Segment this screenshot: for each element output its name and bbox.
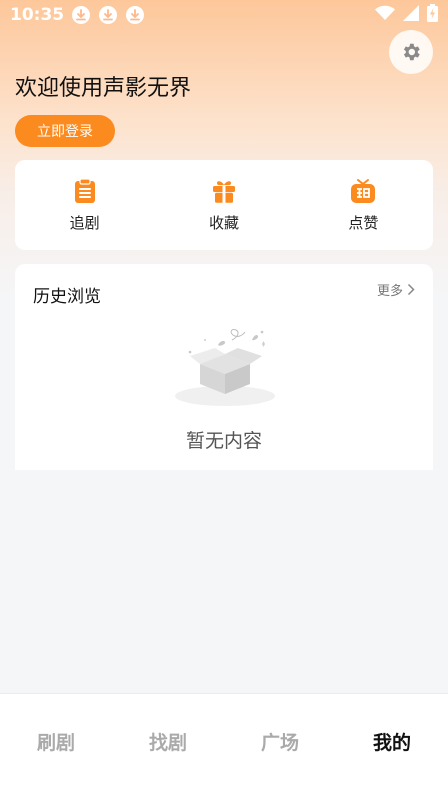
- signal-icon: [403, 5, 419, 25]
- quick-action-label: 追剧: [69, 213, 100, 232]
- bottom-tab-bar: 刷剧 找剧 广场 我的: [0, 693, 448, 796]
- quick-action-label: 收藏: [208, 213, 239, 232]
- more-label: 更多: [376, 284, 403, 299]
- welcome-title: 欢迎使用声影无界: [15, 76, 192, 101]
- tab-browse[interactable]: 刷剧: [0, 694, 112, 796]
- empty-box-illustration: [175, 329, 275, 406]
- history-card: 历史浏览 更多 暂无内容: [15, 264, 433, 470]
- gear-icon: [403, 43, 420, 61]
- quick-action-likes[interactable]: 点赞: [294, 160, 433, 250]
- history-title: 历史浏览: [33, 287, 101, 307]
- battery-charging-icon: [427, 4, 438, 26]
- status-bar: 10:35: [0, 0, 448, 30]
- tab-square[interactable]: 广场: [224, 694, 336, 796]
- quick-action-favorites[interactable]: 收藏: [154, 160, 293, 250]
- wifi-icon: [375, 5, 395, 25]
- login-button[interactable]: 立即登录: [15, 115, 115, 147]
- tab-find[interactable]: 找剧: [112, 694, 224, 796]
- history-more-link[interactable]: 更多: [377, 280, 415, 299]
- clipboard-icon: [74, 177, 95, 203]
- quick-action-follow[interactable]: 追剧: [15, 160, 154, 250]
- chevron-right-icon: [407, 283, 415, 296]
- settings-button[interactable]: [389, 30, 433, 74]
- header-background: [0, 0, 448, 300]
- quick-action-label: 点赞: [348, 213, 379, 232]
- download-icon: [126, 6, 145, 24]
- status-time: 10:35: [10, 5, 65, 25]
- tv-badge-icon: [351, 178, 376, 203]
- tab-mine[interactable]: 我的: [336, 694, 448, 796]
- empty-state-text: 暂无内容: [185, 430, 262, 452]
- quick-actions-card: 追剧 收藏 点赞: [15, 160, 433, 250]
- download-icon: [72, 6, 91, 24]
- gift-icon: [212, 180, 235, 203]
- download-icon: [99, 6, 118, 24]
